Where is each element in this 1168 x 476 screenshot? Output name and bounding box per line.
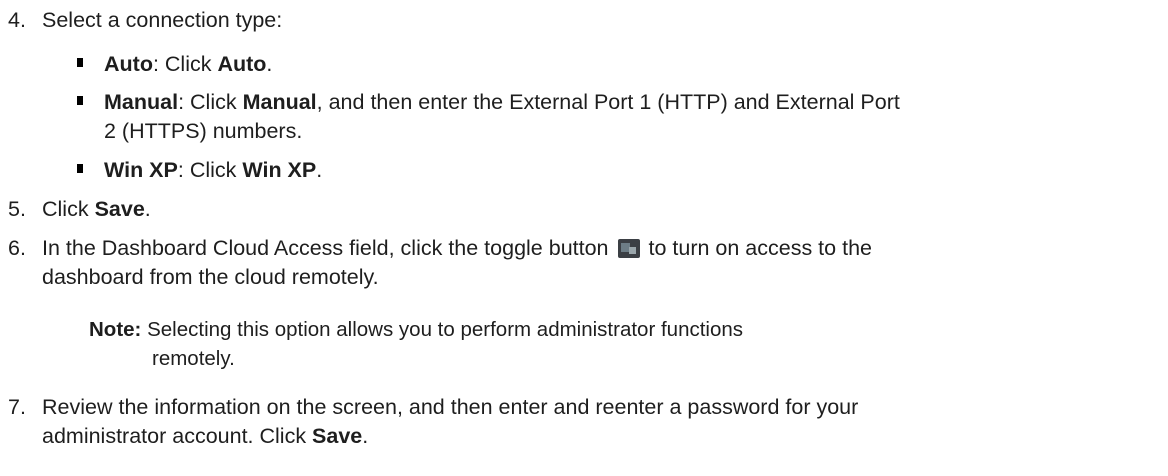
step-5: 5. Click Save. <box>8 195 1158 224</box>
note-text-line2: remotely. <box>152 347 235 370</box>
bullet-icon <box>77 164 83 173</box>
step-text-line2: dashboard from the cloud remotely. <box>42 265 379 289</box>
option-action: Manual <box>242 90 317 114</box>
step-text-end: . <box>362 424 369 448</box>
option-end: . <box>316 158 323 182</box>
option-term: Win XP <box>104 158 178 182</box>
step-text-line1: Review the information on the screen, an… <box>42 395 859 419</box>
option-text: : Click <box>177 158 243 182</box>
step-7: 7. Review the information on the screen,… <box>8 393 1158 451</box>
option-action: Auto <box>217 52 267 76</box>
save-label: Save <box>312 424 363 448</box>
step-text-pre: In the Dashboard Cloud Access field, cli… <box>42 236 609 260</box>
step-4: 4. Select a connection type: <box>8 6 1158 35</box>
step-number: 5. <box>8 197 26 221</box>
option-auto: Auto: Click Auto. <box>77 50 1159 79</box>
option-line2: 2 (HTTPS) numbers. <box>104 119 303 143</box>
step-text-end: . <box>144 197 151 221</box>
option-action: Win XP <box>242 158 317 182</box>
document-page: 4. Select a connection type: Auto: Click… <box>0 0 1168 476</box>
step-number: 4. <box>8 8 26 32</box>
option-text: : Click <box>152 52 218 76</box>
option-winxp: Win XP: Click Win XP. <box>77 156 1159 185</box>
note-label: Note: <box>89 318 142 341</box>
step-text: Click Save. <box>42 195 1158 224</box>
bullet-icon <box>77 58 83 67</box>
step-number: 7. <box>8 395 26 419</box>
step-text: Review the information on the screen, an… <box>42 393 1158 451</box>
option-end: . <box>266 52 273 76</box>
option-term: Auto <box>104 52 153 76</box>
option-text: : Click <box>178 90 243 114</box>
note-text: Selecting this option allows you to perf… <box>147 318 744 341</box>
step-text-post: to turn on access to the <box>648 236 872 260</box>
step-6: 6. In the Dashboard Cloud Access field, … <box>8 234 1158 292</box>
toggle-button-icon <box>617 239 640 258</box>
option-manual: Manual: Click Manual, and then enter the… <box>77 88 1159 146</box>
option-term: Manual <box>104 90 179 114</box>
step-text-line2: administrator account. Click <box>42 424 313 448</box>
step-text-pre: Click <box>42 197 95 221</box>
bullet-icon <box>77 96 83 105</box>
step-text: Select a connection type: <box>42 8 283 32</box>
step-text: In the Dashboard Cloud Access field, cli… <box>42 234 1158 292</box>
option-end: , and then enter the External Port 1 (HT… <box>316 90 900 114</box>
step-number: 6. <box>8 236 26 260</box>
note-block: Note: Selecting this option allows you t… <box>89 315 1149 373</box>
save-label: Save <box>94 197 145 221</box>
